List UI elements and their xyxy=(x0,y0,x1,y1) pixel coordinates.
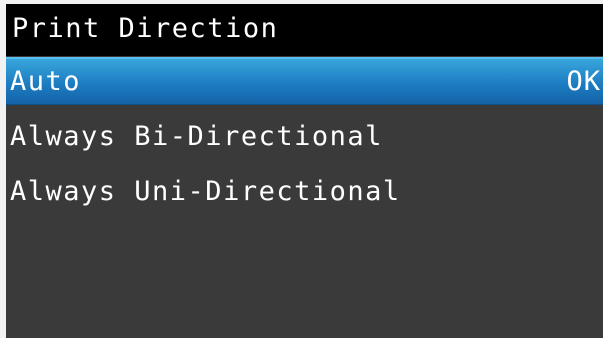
menu-item-always-bi-directional[interactable]: Always Bi-Directional xyxy=(6,114,603,162)
menu-item-always-uni-directional[interactable]: Always Uni-Directional xyxy=(6,169,603,217)
title-bar: Print Direction xyxy=(6,4,603,56)
menu-item-label: Always Bi-Directional xyxy=(10,121,383,152)
menu-item-label: Always Uni-Directional xyxy=(10,176,401,207)
menu-item-label: Auto xyxy=(10,66,82,97)
menu-item-auto[interactable]: Auto OK xyxy=(6,57,603,105)
screen-title: Print Direction xyxy=(12,13,279,44)
lcd-screen: Print Direction Auto OK Always Bi-Direct… xyxy=(6,4,603,338)
ok-status-badge: OK xyxy=(566,66,601,97)
